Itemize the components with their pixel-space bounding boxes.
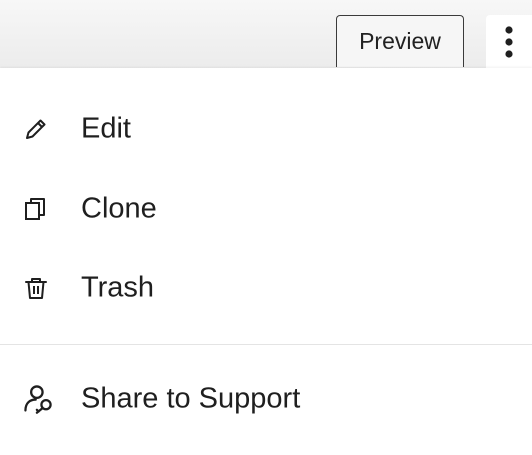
menu-item-label: Edit <box>81 112 131 145</box>
menu-item-label: Trash <box>81 271 155 304</box>
copy-icon <box>25 198 45 220</box>
toolbar: Preview <box>0 0 532 68</box>
menu-divider <box>0 344 532 345</box>
menu-item-trash[interactable]: Trash <box>0 250 532 326</box>
menu-item-share-to-support[interactable]: Share to Support <box>0 361 532 437</box>
dropdown-menu: Edit Clone Trash Share to Support <box>0 68 532 455</box>
menu-item-label: Clone <box>81 192 157 225</box>
more-vertical-icon <box>505 26 513 58</box>
preview-button-label: Preview <box>359 28 441 54</box>
menu-item-clone[interactable]: Clone <box>0 171 532 247</box>
more-options-button[interactable] <box>486 15 532 68</box>
user-key-icon <box>24 385 52 414</box>
preview-button[interactable]: Preview <box>336 15 464 67</box>
trash-icon <box>25 278 47 299</box>
menu-item-label: Share to Support <box>81 382 301 415</box>
pencil-icon <box>26 119 46 139</box>
menu-item-edit[interactable]: Edit <box>0 91 532 167</box>
